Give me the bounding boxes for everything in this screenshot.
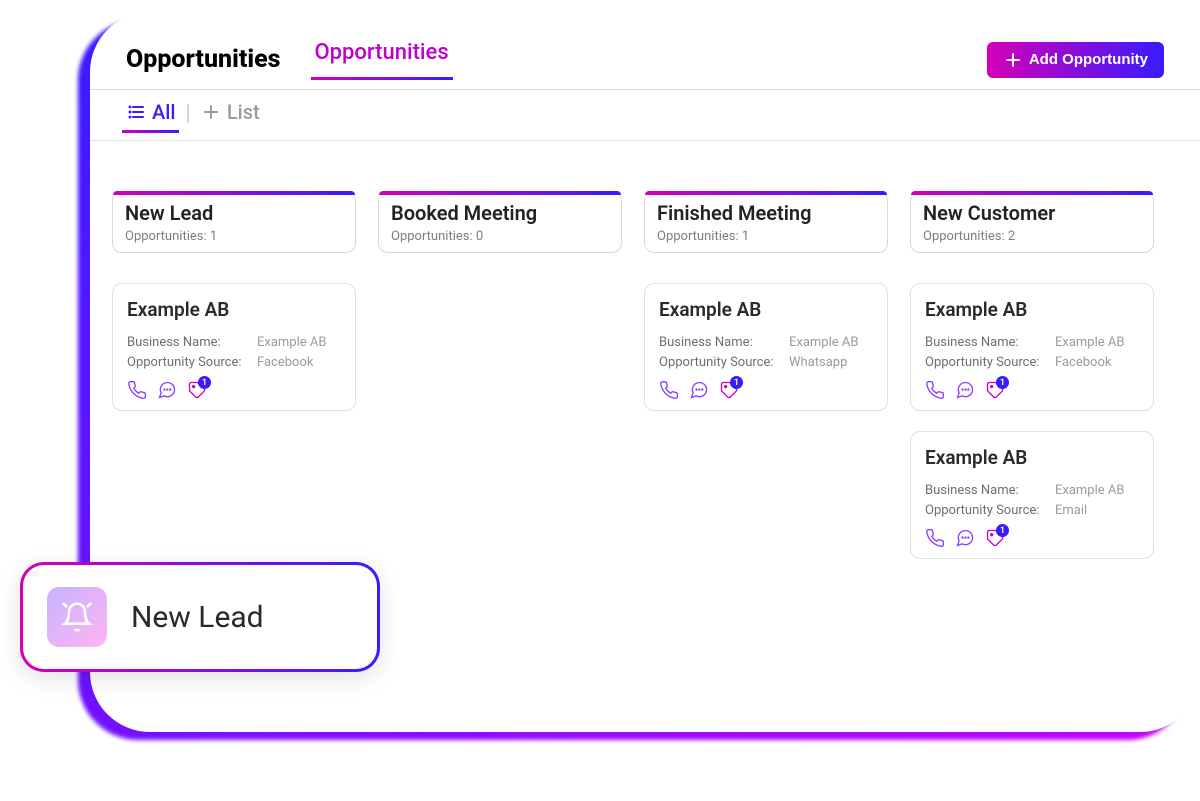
tag-icon[interactable]: 1 xyxy=(719,380,739,400)
card-title: Example AB xyxy=(925,446,1139,469)
field-label-source: Opportunity Source: xyxy=(925,355,1055,370)
phone-icon[interactable] xyxy=(925,528,945,548)
view-tabs: All | List xyxy=(90,90,1200,141)
column-finished-meeting: Finished Meeting Opportunities: 1 Exampl… xyxy=(644,191,888,559)
chat-icon[interactable] xyxy=(955,528,975,548)
opportunity-card[interactable]: Example AB Business Name: Example AB Opp… xyxy=(112,283,356,411)
column-count: Opportunities: 2 xyxy=(923,229,1141,244)
column-booked-meeting: Booked Meeting Opportunities: 0 xyxy=(378,191,622,559)
column-count: Opportunities: 0 xyxy=(391,229,609,244)
field-value-source: Whatsapp xyxy=(789,355,847,370)
column-count: Opportunities: 1 xyxy=(657,229,875,244)
toast-label: New Lead xyxy=(131,600,264,635)
tab-opportunities[interactable]: Opportunities xyxy=(311,40,453,79)
tag-icon[interactable]: 1 xyxy=(187,380,207,400)
phone-icon[interactable] xyxy=(925,380,945,400)
column-title: Finished Meeting xyxy=(657,201,875,225)
view-tab-all[interactable]: All xyxy=(126,100,175,132)
opportunity-card[interactable]: Example AB Business Name: Example AB Opp… xyxy=(910,431,1154,559)
tag-badge: 1 xyxy=(198,376,211,389)
chat-icon[interactable] xyxy=(157,380,177,400)
tab-divider: | xyxy=(185,101,190,126)
new-lead-toast[interactable]: New Lead xyxy=(20,562,380,672)
column-new-customer: New Customer Opportunities: 2 Example AB… xyxy=(910,191,1154,559)
tag-badge: 1 xyxy=(996,376,1009,389)
view-tab-list-label: List xyxy=(227,100,260,124)
tag-icon[interactable]: 1 xyxy=(985,380,1005,400)
field-value-business: Example AB xyxy=(257,335,326,350)
chat-icon[interactable] xyxy=(955,380,975,400)
column-header[interactable]: Booked Meeting Opportunities: 0 xyxy=(378,191,622,253)
chat-icon[interactable] xyxy=(689,380,709,400)
opportunity-card[interactable]: Example AB Business Name: Example AB Opp… xyxy=(910,283,1154,411)
field-label-business: Business Name: xyxy=(127,335,257,350)
column-title: Booked Meeting xyxy=(391,201,609,225)
view-tab-list[interactable]: List xyxy=(201,100,260,132)
column-title: New Customer xyxy=(923,201,1141,225)
phone-icon[interactable] xyxy=(127,380,147,400)
card-title: Example AB xyxy=(127,298,341,321)
add-opportunity-label: Add Opportunity xyxy=(1029,51,1148,68)
tag-icon[interactable]: 1 xyxy=(985,528,1005,548)
card-actions: 1 xyxy=(127,380,341,400)
card-title: Example AB xyxy=(659,298,873,321)
field-label-business: Business Name: xyxy=(659,335,789,350)
view-tab-all-label: All xyxy=(152,100,175,124)
field-value-source: Facebook xyxy=(257,355,313,370)
kanban-board: New Lead Opportunities: 1 Example AB Bus… xyxy=(90,141,1200,579)
tag-badge: 1 xyxy=(730,376,743,389)
plus-icon xyxy=(1003,50,1023,70)
list-bullets-icon xyxy=(126,102,146,122)
tag-badge: 1 xyxy=(996,524,1009,537)
phone-icon[interactable] xyxy=(659,380,679,400)
page-title: Opportunities xyxy=(126,45,281,74)
column-header[interactable]: New Lead Opportunities: 1 xyxy=(112,191,356,253)
field-label-business: Business Name: xyxy=(925,483,1055,498)
field-label-source: Opportunity Source: xyxy=(659,355,789,370)
add-opportunity-button[interactable]: Add Opportunity xyxy=(987,42,1164,78)
field-label-source: Opportunity Source: xyxy=(925,503,1055,518)
bell-icon xyxy=(47,587,107,647)
field-value-source: Email xyxy=(1055,503,1087,518)
field-value-business: Example AB xyxy=(1055,483,1124,498)
card-actions: 1 xyxy=(925,528,1139,548)
header-bar: Opportunities Opportunities Add Opportun… xyxy=(90,12,1200,90)
opportunity-card[interactable]: Example AB Business Name: Example AB Opp… xyxy=(644,283,888,411)
plus-icon-small xyxy=(201,102,221,122)
card-actions: 1 xyxy=(659,380,873,400)
column-count: Opportunities: 1 xyxy=(125,229,343,244)
field-value-source: Facebook xyxy=(1055,355,1111,370)
column-header[interactable]: Finished Meeting Opportunities: 1 xyxy=(644,191,888,253)
column-header[interactable]: New Customer Opportunities: 2 xyxy=(910,191,1154,253)
field-value-business: Example AB xyxy=(1055,335,1124,350)
column-new-lead: New Lead Opportunities: 1 Example AB Bus… xyxy=(112,191,356,559)
card-title: Example AB xyxy=(925,298,1139,321)
column-title: New Lead xyxy=(125,201,343,225)
field-label-source: Opportunity Source: xyxy=(127,355,257,370)
field-value-business: Example AB xyxy=(789,335,858,350)
card-actions: 1 xyxy=(925,380,1139,400)
field-label-business: Business Name: xyxy=(925,335,1055,350)
